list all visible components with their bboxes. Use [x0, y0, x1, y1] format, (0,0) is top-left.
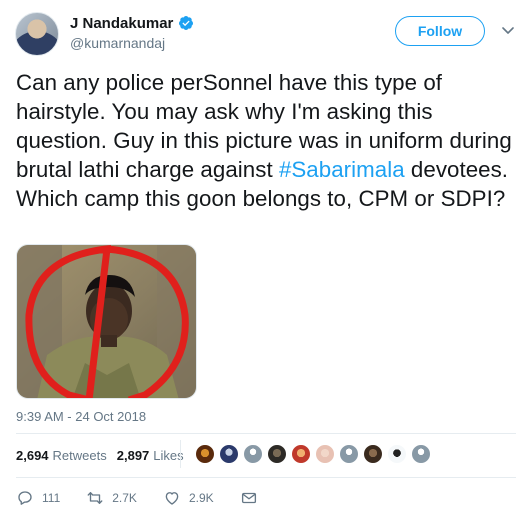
liker-avatar[interactable]: [315, 444, 335, 464]
verified-badge-icon: [179, 16, 194, 30]
direct-message-button[interactable]: [240, 489, 258, 507]
liker-avatar[interactable]: [195, 444, 215, 464]
liker-avatar[interactable]: [243, 444, 263, 464]
reply-count: 111: [42, 491, 61, 505]
reply-icon: [18, 491, 32, 505]
tweet-actions: 111 2.7K 2.9K: [16, 488, 284, 508]
tweet-header: J Nandakumar @kumarnandaj Follow: [0, 0, 532, 62]
retweet-button[interactable]: 2.7K: [86, 489, 137, 507]
liker-avatar[interactable]: [363, 444, 383, 464]
tweet-timestamp[interactable]: 9:39 AM - 24 Oct 2018: [16, 409, 146, 424]
divider-top: [16, 433, 516, 434]
like-button[interactable]: 2.9K: [163, 489, 214, 507]
retweet-count: 2.7K: [112, 491, 137, 505]
reply-button[interactable]: 111: [16, 489, 60, 507]
like-count: 2.9K: [188, 491, 214, 505]
hashtag-link[interactable]: #Sabarimala: [279, 157, 405, 182]
tweet-photo[interactable]: [16, 244, 197, 399]
tweet-text: Can any police perSonnel have this type …: [16, 68, 521, 213]
retweets-label: Retweets: [52, 447, 107, 463]
author-name-row[interactable]: J Nandakumar: [70, 13, 194, 33]
likes-count: 2,897: [116, 447, 150, 463]
retweets-count: 2,694: [16, 447, 49, 463]
retweets-stat[interactable]: 2,694 Retweets: [16, 448, 107, 463]
retweet-icon: [87, 492, 103, 504]
liker-avatar[interactable]: [219, 444, 239, 464]
liker-avatar[interactable]: [267, 444, 287, 464]
liker-avatar[interactable]: [411, 444, 431, 464]
follow-button[interactable]: Follow: [395, 16, 485, 46]
envelope-icon: [241, 492, 256, 504]
photo-image: [17, 245, 196, 398]
heart-icon: [165, 492, 179, 505]
liker-avatar[interactable]: [291, 444, 311, 464]
liker-avatar[interactable]: [339, 444, 359, 464]
liker-avatar[interactable]: [387, 444, 407, 464]
author-avatar[interactable]: [15, 12, 59, 56]
divider-bottom: [16, 477, 516, 478]
author-display-name[interactable]: J Nandakumar: [70, 15, 173, 32]
stats-separator: [180, 440, 181, 468]
author-handle[interactable]: @kumarnandaj: [70, 35, 165, 51]
likes-stat[interactable]: 2,897 Likes: [117, 448, 184, 463]
tweet-stats: 2,694 Retweets 2,897 Likes: [16, 445, 184, 465]
likers-avatars: [195, 444, 431, 464]
chevron-down-icon[interactable]: [500, 22, 516, 38]
